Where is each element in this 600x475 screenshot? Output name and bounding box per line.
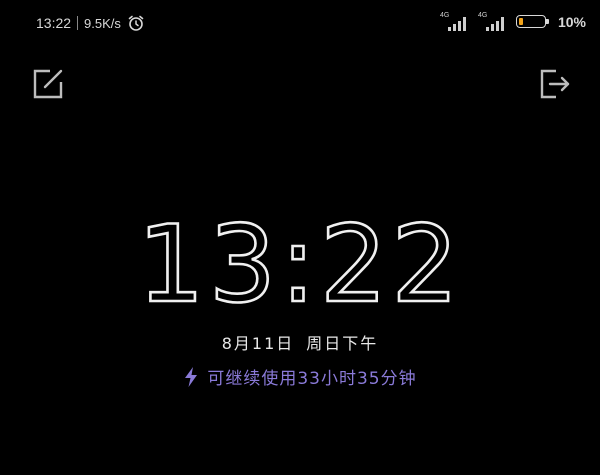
battery-estimate: 可继续使用33小时35分钟 — [0, 364, 600, 389]
edit-icon — [33, 69, 63, 99]
lockscreen-clock: 13:22 — [0, 203, 600, 326]
exit-icon — [540, 69, 570, 99]
battery-icon — [515, 14, 550, 30]
signal-icon: 4G — [440, 12, 470, 32]
alarm-icon — [127, 14, 145, 32]
status-divider — [77, 16, 79, 30]
battery-percent: 10% — [557, 14, 586, 30]
bolt-icon — [183, 366, 199, 388]
exit-button[interactable] — [536, 66, 572, 102]
battery-estimate-text: 可继续使用33小时35分钟 — [207, 369, 417, 389]
status-bar-left: 13:22 9.5K/s — [36, 14, 145, 32]
status-bar-right: 4G 4G 10% — [440, 12, 586, 32]
edit-button[interactable] — [30, 66, 66, 102]
status-bar: 13:22 9.5K/s 4G 4G 10% — [0, 0, 600, 46]
clock-minutes: 22 — [319, 203, 463, 326]
date-text: 8月11日 — [221, 334, 295, 353]
weekday-text: 周日下午 — [306, 334, 379, 353]
battery-cap — [545, 18, 549, 24]
date-line: 8月11日 周日下午 — [0, 330, 600, 354]
battery-fill — [518, 17, 523, 25]
network-speed: 9.5K/s — [84, 15, 121, 31]
clock-separator: : — [279, 203, 320, 326]
status-time: 13:22 — [36, 15, 72, 31]
signal-icon: 4G — [478, 12, 508, 32]
clock-hours: 13 — [136, 203, 281, 326]
